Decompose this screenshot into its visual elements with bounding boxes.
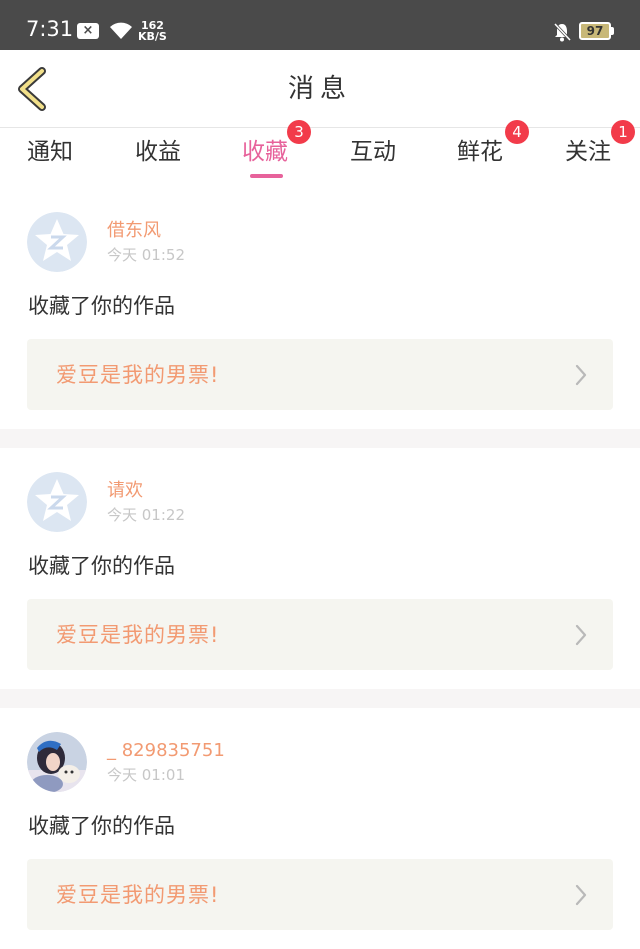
chevron-right-icon	[575, 624, 587, 646]
battery-icon: 97	[579, 22, 611, 40]
work-card[interactable]: 爱豆是我的男票!	[27, 599, 613, 670]
work-card[interactable]: 爱豆是我的男票!	[27, 339, 613, 410]
header-bar: 消息	[0, 50, 640, 128]
divider	[0, 689, 640, 708]
status-time: 7:31	[26, 17, 74, 41]
tab-favorites[interactable]: 收藏	[242, 138, 288, 166]
tab-follows[interactable]: 关注	[565, 138, 611, 166]
active-tab-indicator	[250, 174, 283, 178]
chevron-right-icon	[575, 364, 587, 386]
work-title: 爱豆是我的男票!	[56, 623, 220, 647]
work-title: 爱豆是我的男票!	[56, 363, 220, 387]
tab-interactions[interactable]: 互动	[350, 138, 396, 166]
battery-tip	[611, 27, 614, 35]
divider	[0, 429, 640, 448]
avatar[interactable]	[27, 472, 87, 532]
message-action: 收藏了你的作品	[28, 554, 175, 578]
message-time: 今天 01:22	[107, 506, 185, 524]
page-title: 消息	[287, 74, 352, 104]
network-speed: 162 KB/S	[138, 20, 167, 42]
default-avatar-icon	[27, 472, 87, 532]
work-card[interactable]: 爱豆是我的男票!	[27, 859, 613, 930]
message-time: 今天 01:52	[107, 246, 185, 264]
message-action: 收藏了你的作品	[28, 814, 175, 838]
message-item: 借东风 今天 01:52 收藏了你的作品 爱豆是我的男票!	[0, 189, 640, 429]
chevron-right-icon	[575, 884, 587, 906]
user-name[interactable]: 请欢	[107, 480, 143, 502]
wifi-icon	[110, 22, 132, 39]
tab-flowers-badge: 4	[505, 120, 529, 144]
default-avatar-icon	[27, 212, 87, 272]
tab-earnings[interactable]: 收益	[135, 138, 181, 166]
user-name[interactable]: 借东风	[107, 220, 161, 242]
photo-avatar	[27, 732, 87, 792]
avatar[interactable]	[27, 212, 87, 272]
bell-off-icon	[553, 22, 571, 42]
work-title: 爱豆是我的男票!	[56, 883, 220, 907]
tab-bar: 通知 收益 收藏 互动 鲜花 关注	[0, 128, 640, 178]
status-bar: 7:31 × 162 KB/S 97	[0, 0, 640, 50]
user-name[interactable]: _ 829835751	[107, 740, 225, 762]
message-action: 收藏了你的作品	[28, 294, 175, 318]
message-item: 请欢 今天 01:22 收藏了你的作品 爱豆是我的男票!	[0, 449, 640, 689]
message-item: _ 829835751 今天 01:01 收藏了你的作品 爱豆是我的男票!	[0, 709, 640, 949]
tab-flowers[interactable]: 鲜花	[457, 138, 503, 166]
avatar[interactable]	[27, 732, 87, 792]
notification-icon: ×	[77, 23, 99, 39]
message-time: 今天 01:01	[107, 766, 185, 784]
network-speed-unit: KB/S	[138, 30, 167, 43]
tab-favorites-badge: 3	[287, 120, 311, 144]
tab-follows-badge: 1	[611, 120, 635, 144]
tab-notifications[interactable]: 通知	[27, 138, 73, 166]
battery-level: 97	[586, 24, 604, 38]
